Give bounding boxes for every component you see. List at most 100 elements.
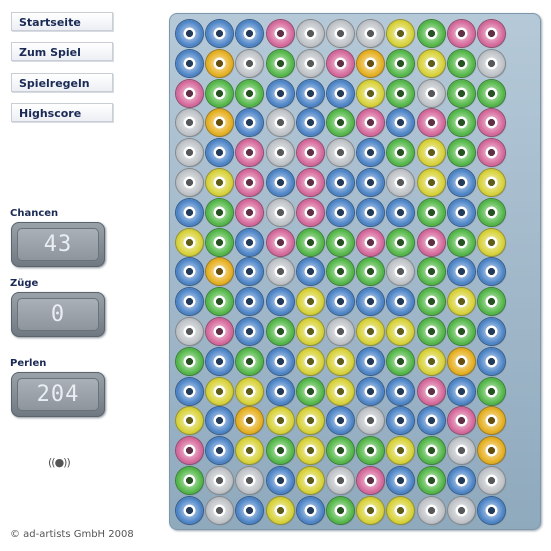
bead-blue[interactable] <box>236 496 264 524</box>
bead-blue[interactable] <box>236 20 264 47</box>
bead-grey[interactable] <box>478 49 505 77</box>
bead-blue[interactable] <box>206 347 234 375</box>
bead-blue[interactable] <box>176 49 203 77</box>
bead-orange[interactable] <box>357 49 385 77</box>
bead-pink[interactable] <box>447 407 475 435</box>
nav-spielregeln[interactable]: Spielregeln <box>11 73 113 92</box>
bead-blue[interactable] <box>266 467 294 494</box>
bead-yellow[interactable] <box>387 20 415 47</box>
bead-grey[interactable] <box>266 198 294 226</box>
bead-green[interactable] <box>236 79 264 107</box>
bead-green[interactable] <box>206 79 234 107</box>
bead-yellow[interactable] <box>206 169 234 196</box>
bead-pink[interactable] <box>236 139 264 167</box>
bead-green[interactable] <box>236 347 264 375</box>
bead-yellow[interactable] <box>296 347 324 375</box>
bead-blue[interactable] <box>447 377 475 405</box>
bead-grey[interactable] <box>176 169 203 196</box>
bead-orange[interactable] <box>236 407 264 435</box>
bead-pink[interactable] <box>478 20 505 47</box>
bead-blue[interactable] <box>296 258 324 286</box>
bead-blue[interactable] <box>206 139 234 167</box>
bead-blue[interactable] <box>387 377 415 405</box>
bead-green[interactable] <box>387 139 415 167</box>
bead-blue[interactable] <box>296 79 324 107</box>
bead-green[interactable] <box>478 198 505 226</box>
bead-yellow[interactable] <box>236 437 264 465</box>
bead-pink[interactable] <box>176 79 203 107</box>
bead-yellow[interactable] <box>327 377 354 405</box>
bead-green[interactable] <box>478 377 505 405</box>
nav-highscore[interactable]: Highscore <box>11 103 113 122</box>
bead-yellow[interactable] <box>417 347 445 375</box>
bead-grey[interactable] <box>266 258 294 286</box>
bead-blue[interactable] <box>266 169 294 196</box>
bead-blue[interactable] <box>176 496 203 524</box>
bead-blue[interactable] <box>478 258 505 286</box>
bead-grey[interactable] <box>266 109 294 137</box>
bead-pink[interactable] <box>296 169 324 196</box>
bead-grey[interactable] <box>478 467 505 494</box>
bead-pink[interactable] <box>206 318 234 345</box>
bead-blue[interactable] <box>327 288 354 316</box>
bead-grey[interactable] <box>206 496 234 524</box>
bead-grey[interactable] <box>236 467 264 494</box>
bead-blue[interactable] <box>266 377 294 405</box>
bead-blue[interactable] <box>357 288 385 316</box>
bead-pink[interactable] <box>417 109 445 137</box>
bead-green[interactable] <box>417 467 445 494</box>
bead-yellow[interactable] <box>357 318 385 345</box>
bead-green[interactable] <box>447 228 475 256</box>
bead-blue[interactable] <box>236 288 264 316</box>
bead-yellow[interactable] <box>296 318 324 345</box>
bead-yellow[interactable] <box>236 377 264 405</box>
bead-green[interactable] <box>417 318 445 345</box>
bead-blue[interactable] <box>387 467 415 494</box>
bead-grey[interactable] <box>327 139 354 167</box>
bead-blue[interactable] <box>296 109 324 137</box>
bead-grey[interactable] <box>236 49 264 77</box>
bead-pink[interactable] <box>357 228 385 256</box>
bead-blue[interactable] <box>357 169 385 196</box>
bead-green[interactable] <box>266 318 294 345</box>
bead-yellow[interactable] <box>266 407 294 435</box>
bead-green[interactable] <box>206 198 234 226</box>
bead-green[interactable] <box>447 318 475 345</box>
bead-green[interactable] <box>266 49 294 77</box>
bead-blue[interactable] <box>357 198 385 226</box>
bead-yellow[interactable] <box>478 169 505 196</box>
bead-pink[interactable] <box>236 198 264 226</box>
bead-green[interactable] <box>478 79 505 107</box>
bead-blue[interactable] <box>236 318 264 345</box>
bead-yellow[interactable] <box>387 496 415 524</box>
bead-green[interactable] <box>327 496 354 524</box>
bead-blue[interactable] <box>327 407 354 435</box>
bead-pink[interactable] <box>417 377 445 405</box>
bead-orange[interactable] <box>478 407 505 435</box>
bead-yellow[interactable] <box>266 496 294 524</box>
bead-pink[interactable] <box>357 109 385 137</box>
bead-yellow[interactable] <box>176 407 203 435</box>
bead-grey[interactable] <box>296 49 324 77</box>
bead-blue[interactable] <box>206 20 234 47</box>
bead-green[interactable] <box>296 228 324 256</box>
bead-grey[interactable] <box>176 318 203 345</box>
bead-orange[interactable] <box>206 49 234 77</box>
bead-green[interactable] <box>417 258 445 286</box>
bead-pink[interactable] <box>478 109 505 137</box>
bead-green[interactable] <box>296 377 324 405</box>
bead-grey[interactable] <box>176 109 203 137</box>
bead-blue[interactable] <box>478 318 505 345</box>
bead-green[interactable] <box>176 347 203 375</box>
bead-yellow[interactable] <box>447 288 475 316</box>
bead-blue[interactable] <box>387 407 415 435</box>
bead-pink[interactable] <box>447 20 475 47</box>
bead-orange[interactable] <box>478 437 505 465</box>
bead-blue[interactable] <box>387 109 415 137</box>
bead-pink[interactable] <box>266 20 294 47</box>
bead-green[interactable] <box>417 437 445 465</box>
bead-blue[interactable] <box>236 109 264 137</box>
bead-blue[interactable] <box>357 377 385 405</box>
bead-grey[interactable] <box>357 407 385 435</box>
nav-startseite[interactable]: Startseite <box>11 12 113 31</box>
